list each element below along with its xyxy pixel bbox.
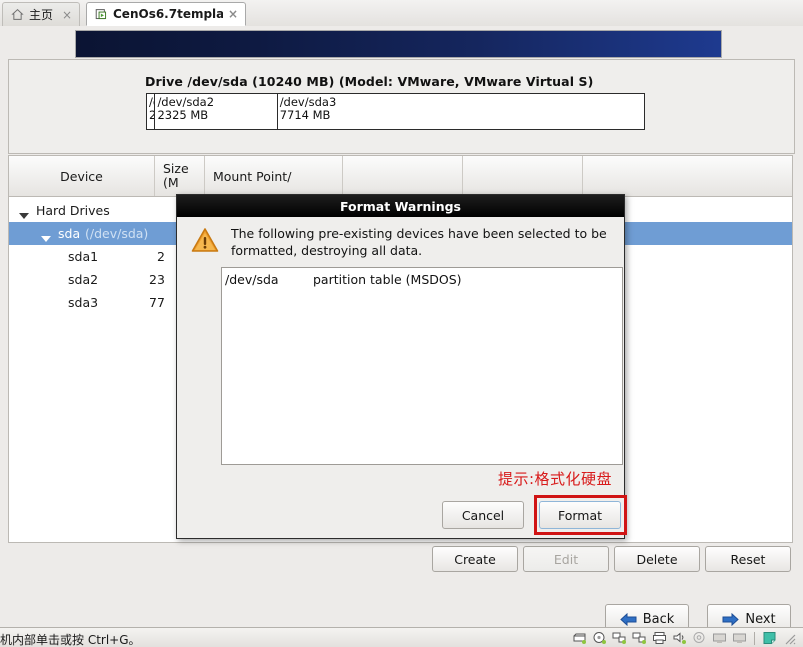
edit-button: Edit — [523, 546, 609, 572]
network-adapter-icon[interactable] — [612, 631, 627, 645]
warning-triangle-icon — [191, 227, 219, 253]
tab-cenos-close-icon[interactable]: × — [228, 8, 238, 20]
annotation-hint-text: 提示:格式化硬盘 — [497, 470, 612, 488]
column-header-size-line1: Size — [163, 161, 189, 176]
table-row-sda2-size: 23 — [149, 272, 165, 287]
partition-block-1[interactable]: /d 2 — [147, 94, 156, 129]
dialog-buttons: Cancel Format — [177, 495, 627, 538]
partition-block-2-size: 2325 MB — [157, 108, 209, 122]
hard-disk-icon[interactable] — [572, 631, 587, 645]
status-bar-message: 机内部单击或按 Ctrl+G。 — [0, 633, 141, 647]
note-icon[interactable] — [762, 631, 777, 645]
column-header-mount-point-label: Mount Point/ — [213, 168, 292, 184]
table-row-sda3-label: sda3 — [68, 295, 99, 310]
column-header-6[interactable] — [583, 156, 693, 196]
dialog-message-row: The following pre-existing devices have … — [191, 225, 611, 259]
resize-grip-icon[interactable] — [782, 631, 797, 645]
partition-bar: /d 2 /dev/sda2 2325 MB /dev/sda3 7714 MB — [146, 93, 645, 130]
format-button-highlight — [534, 495, 627, 535]
back-button-label: Back — [642, 611, 675, 627]
anaconda-header-banner — [75, 30, 722, 58]
status-bar-divider — [754, 631, 755, 645]
device-table-header: Device Size (M Mount Point/ — [9, 156, 792, 197]
dialog-title: Format Warnings — [177, 195, 624, 217]
vm-icon — [95, 8, 108, 21]
column-header-device[interactable]: Device — [9, 156, 155, 196]
printer-icon[interactable] — [652, 631, 667, 645]
partition-block-2[interactable]: /dev/sda2 2325 MB — [155, 94, 278, 129]
table-row-sda2-label: sda2 — [68, 272, 99, 287]
home-icon — [11, 8, 24, 21]
tab-cenos-template[interactable]: CenOs6.7template × — [86, 2, 246, 26]
column-header-size-line2: (M — [163, 175, 179, 190]
table-row-sda1-label: sda1 — [68, 249, 99, 264]
column-header-device-label: Device — [60, 168, 103, 184]
column-header-size[interactable]: Size (M — [155, 156, 205, 196]
vmware-window: 主页 × CenOs6.7template × Drive /dev/sda (… — [0, 0, 803, 647]
vmware-status-bar: 机内部单击或按 Ctrl+G。 — [0, 627, 803, 647]
display-icon — [712, 631, 727, 645]
partition-block-3[interactable]: /dev/sda3 7714 MB — [278, 94, 644, 129]
column-header-5[interactable] — [463, 156, 583, 196]
delete-button[interactable]: Delete — [614, 546, 700, 572]
partition-block-3-name: /dev/sda3 — [279, 95, 337, 109]
column-header-mount-point[interactable]: Mount Point/ — [205, 156, 343, 196]
list-item-device: /dev/sda — [225, 272, 279, 287]
table-row-sda1-size: 2 — [157, 249, 165, 264]
cd-drive-icon[interactable] — [592, 631, 607, 645]
list-item[interactable]: /dev/sda partition table (MSDOS) — [225, 272, 622, 287]
table-row-sda3-size: 77 — [149, 295, 165, 310]
table-row-sda-path: (/dev/sda) — [85, 226, 149, 241]
sound-card-icon[interactable] — [672, 631, 687, 645]
anaconda-screen: Drive /dev/sda (10240 MB) (Model: VMware… — [0, 26, 803, 634]
arrow-right-icon — [722, 612, 740, 626]
network-adapter2-icon[interactable] — [632, 631, 647, 645]
usb-icon — [692, 631, 707, 645]
expander-icon-sda[interactable] — [41, 236, 51, 242]
dialog-device-list[interactable]: /dev/sda partition table (MSDOS) — [221, 267, 623, 465]
list-item-detail: partition table (MSDOS) — [313, 272, 462, 287]
tab-home-label: 主页 — [29, 8, 54, 22]
drive-title: Drive /dev/sda (10240 MB) (Model: VMware… — [145, 74, 594, 89]
expander-icon-hard-drives[interactable] — [19, 213, 29, 219]
dialog-message-text: The following pre-existing devices have … — [231, 226, 607, 258]
status-bar-icons — [572, 630, 797, 646]
column-header-4[interactable] — [343, 156, 463, 196]
arrow-left-icon — [619, 612, 637, 626]
cancel-button[interactable]: Cancel — [442, 501, 524, 529]
table-row-sda-label: sda — [58, 226, 81, 241]
tab-home-close-icon[interactable]: × — [62, 9, 72, 21]
display2-icon — [732, 631, 747, 645]
table-row-hard-drives-label: Hard Drives — [36, 203, 110, 218]
tab-cenos-label: CenOs6.7template — [113, 7, 223, 21]
partition-block-1-size: 2 — [149, 109, 154, 122]
partition-action-buttons: Create Edit Delete Reset — [0, 546, 803, 582]
create-button[interactable]: Create — [432, 546, 518, 572]
format-warnings-dialog: Format Warnings The following pre-existi… — [176, 194, 627, 539]
reset-button[interactable]: Reset — [705, 546, 791, 572]
vmware-tab-bar: 主页 × CenOs6.7template × — [0, 0, 803, 27]
next-button-label: Next — [745, 611, 776, 627]
partition-block-3-size: 7714 MB — [279, 108, 331, 122]
tab-home[interactable]: 主页 × — [2, 2, 80, 26]
